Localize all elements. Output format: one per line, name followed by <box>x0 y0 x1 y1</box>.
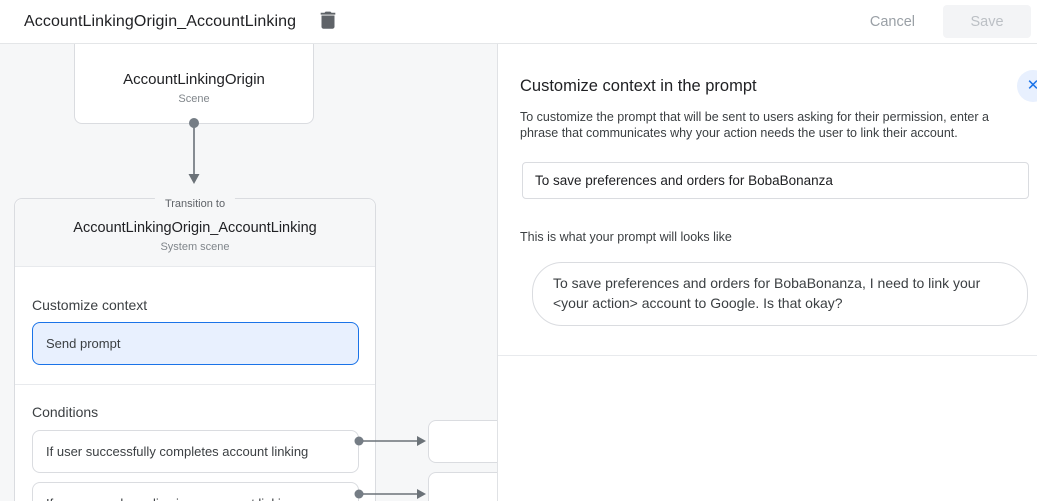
preview-text: To save preferences and orders for BobaB… <box>553 273 1003 313</box>
panel-description: To customize the prompt that will be sen… <box>520 109 1025 141</box>
scene-flow-canvas: AccountLinkingOrigin Scene AccountLinkin… <box>0 44 497 501</box>
condition-success-item[interactable]: If user successfully completes account l… <box>32 430 359 473</box>
save-button[interactable]: Save <box>943 5 1031 38</box>
node-account-linking-scene[interactable]: AccountLinkingOrigin_AccountLinking Syst… <box>14 198 376 501</box>
page-title: AccountLinkingOrigin_AccountLinking <box>24 13 296 31</box>
transition-target-node[interactable] <box>428 472 497 501</box>
prompt-preview-bubble: To save preferences and orders for BobaB… <box>532 262 1028 326</box>
customize-context-panel: ✕ Customize context in the prompt To cus… <box>497 44 1037 501</box>
node-subtitle: Scene <box>75 93 313 105</box>
condition-cancel-item[interactable]: If user cancels or dismisses account lin… <box>32 482 359 501</box>
preview-label: This is what your prompt will looks like <box>520 230 1037 244</box>
origin-output-port <box>189 118 199 128</box>
panel-divider <box>498 355 1037 356</box>
close-icon: ✕ <box>1027 77 1037 94</box>
node-title: AccountLinkingOrigin <box>75 71 313 88</box>
close-panel-button[interactable]: ✕ <box>1017 70 1037 102</box>
panel-title: Customize context in the prompt <box>520 77 1037 96</box>
header-bar: AccountLinkingOrigin_AccountLinking Canc… <box>0 0 1037 44</box>
transition-arrow <box>186 127 202 185</box>
context-phrase-input[interactable] <box>522 162 1029 199</box>
transition-to-label: Transition to <box>155 198 235 210</box>
send-prompt-button[interactable]: Send prompt <box>32 322 359 365</box>
conditions-heading: Conditions <box>32 385 375 420</box>
transition-target-node[interactable] <box>428 420 497 463</box>
header-actions: Cancel Save <box>864 5 1031 38</box>
delete-scene-button[interactable] <box>314 8 342 36</box>
cancel-button[interactable]: Cancel <box>864 6 921 38</box>
customize-context-heading: Customize context <box>32 267 375 313</box>
trash-icon <box>320 11 336 32</box>
scene-node-subtitle: System scene <box>15 241 375 253</box>
node-account-linking-origin[interactable]: AccountLinkingOrigin Scene <box>74 44 314 124</box>
